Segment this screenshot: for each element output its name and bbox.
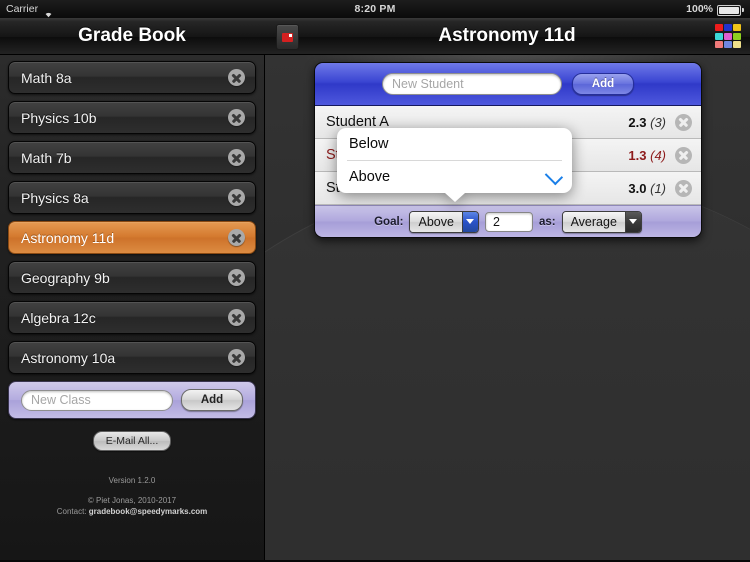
popover-option-label: Below	[349, 136, 389, 152]
sidebar-footer: Version 1.2.0 © Piet Jonas, 2010-2017 Co…	[0, 475, 264, 517]
page-title: Grade Book	[78, 25, 186, 46]
class-label: Geography 9b	[21, 269, 110, 286]
delete-student-icon[interactable]	[675, 179, 692, 197]
version-label: Version 1.2.0	[108, 476, 156, 485]
goal-threshold-input[interactable]: 2	[484, 211, 533, 232]
color-swatch-8[interactable]	[733, 41, 741, 48]
popover-arrow	[444, 193, 465, 202]
class-label: Math 7b	[21, 149, 72, 166]
student-grade: 1.3 (4)	[628, 148, 675, 163]
class-list: Math 8a Physics 10b Math 7b Physics 8a Astro…	[0, 54, 264, 419]
battery-tip	[742, 8, 744, 12]
delete-class-icon[interactable]	[228, 189, 245, 206]
student-grade-value: 1.3	[628, 147, 647, 163]
new-student-placeholder: New Student	[392, 77, 464, 91]
class-label: Math 8a	[21, 69, 72, 86]
color-swatch-3[interactable]	[715, 32, 723, 40]
new-class-placeholder: New Class	[31, 393, 91, 407]
color-swatch-7[interactable]	[724, 41, 732, 48]
add-student-button[interactable]: Add	[572, 73, 634, 95]
contact-email[interactable]: gradebook@speedymarks.com	[89, 507, 208, 516]
delete-class-icon[interactable]	[228, 309, 245, 326]
new-student-input[interactable]: New Student	[382, 73, 562, 95]
class-label: Algebra 12c	[21, 309, 96, 326]
contact-line: Contact: gradebook@speedymarks.com	[0, 506, 264, 517]
delete-class-icon[interactable]	[228, 69, 245, 86]
color-swatch-4[interactable]	[724, 32, 732, 40]
class-row[interactable]: Physics 8a	[8, 181, 256, 214]
sidebar-navbar: Grade Book	[0, 18, 265, 55]
checkmark-icon	[544, 166, 564, 185]
color-swatch-6[interactable]	[715, 41, 723, 48]
delete-class-icon[interactable]	[228, 109, 245, 126]
add-class-button[interactable]: Add	[181, 389, 243, 411]
student-grade-count: (3)	[650, 114, 666, 130]
goal-direction-popover: Below Above	[337, 128, 572, 202]
color-swatch-0[interactable]	[715, 24, 723, 31]
battery-percent-label: 100%	[686, 3, 713, 15]
popover-option-label: Above	[349, 169, 391, 185]
class-label: Astronomy 10a	[21, 349, 116, 366]
class-row[interactable]: Math 7b	[8, 141, 256, 174]
student-grade: 2.3 (3)	[628, 115, 675, 130]
app-screen: Carrier 8:20 PM 100% Grade Book Astronom…	[0, 0, 750, 562]
student-grade-value: 2.3	[628, 114, 647, 130]
goal-as-label: as:	[538, 215, 556, 228]
class-label: Astronomy 11d	[21, 229, 115, 246]
class-label: Physics 8a	[21, 189, 89, 206]
class-row[interactable]: Algebra 12c	[8, 301, 256, 334]
popover-options: Below Above	[337, 128, 572, 193]
color-swatch-5[interactable]	[733, 32, 741, 40]
goal-bar: Goal: Above 2 as: Average	[315, 205, 701, 237]
color-palette-icon[interactable]	[715, 24, 741, 48]
popover-option[interactable]: Below	[337, 128, 572, 160]
delete-student-icon[interactable]	[675, 146, 692, 164]
popover-option[interactable]: Above	[337, 161, 572, 193]
detail-navbar: Astronomy 11d	[264, 18, 750, 55]
new-class-input[interactable]: New Class	[21, 389, 173, 411]
class-label: Physics 10b	[21, 109, 97, 126]
goal-metric-value: Average	[562, 211, 625, 232]
goal-metric-select[interactable]: Average	[561, 210, 642, 233]
class-row[interactable]: Geography 9b	[8, 261, 256, 294]
status-bar: Carrier 8:20 PM 100%	[0, 0, 750, 18]
sidebar: Math 8a Physics 10b Math 7b Physics 8a Astro…	[0, 54, 265, 562]
status-bar-right: 100%	[686, 0, 744, 18]
delete-class-icon[interactable]	[228, 349, 245, 366]
contact-prefix: Contact:	[56, 507, 89, 516]
email-all-button[interactable]: E-Mail All...	[92, 431, 172, 451]
new-class-row: New Class Add	[8, 381, 256, 419]
detail-title: Astronomy 11d	[438, 25, 576, 46]
student-panel-header: New Student Add	[315, 63, 701, 106]
delete-student-icon[interactable]	[675, 113, 692, 131]
color-swatch-1[interactable]	[724, 24, 732, 31]
delete-class-icon[interactable]	[228, 149, 245, 166]
status-bar-time: 8:20 PM	[354, 3, 396, 15]
student-grade-count: (4)	[650, 147, 666, 163]
battery-full-icon	[717, 4, 741, 16]
student-grade-value: 3.0	[628, 180, 647, 196]
goal-direction-value: Above	[410, 211, 462, 232]
class-row[interactable]: Astronomy 11d	[8, 221, 256, 254]
color-swatch-2[interactable]	[733, 24, 741, 31]
student-grade-count: (1)	[650, 180, 666, 196]
goal-label: Goal:	[374, 215, 404, 228]
student-grade: 3.0 (1)	[628, 181, 675, 196]
goal-direction-select[interactable]: Above	[409, 210, 479, 233]
chevron-down-icon	[461, 211, 478, 232]
class-row[interactable]: Math 8a	[8, 61, 256, 94]
class-row[interactable]: Physics 10b	[8, 101, 256, 134]
copyright-label: © Piet Jonas, 2010-2017	[87, 496, 177, 505]
delete-class-icon[interactable]	[228, 229, 245, 246]
delete-class-icon[interactable]	[228, 269, 245, 286]
chevron-down-icon	[624, 211, 641, 232]
class-row[interactable]: Astronomy 10a	[8, 341, 256, 374]
email-all-wrapper: E-Mail All...	[0, 431, 264, 451]
